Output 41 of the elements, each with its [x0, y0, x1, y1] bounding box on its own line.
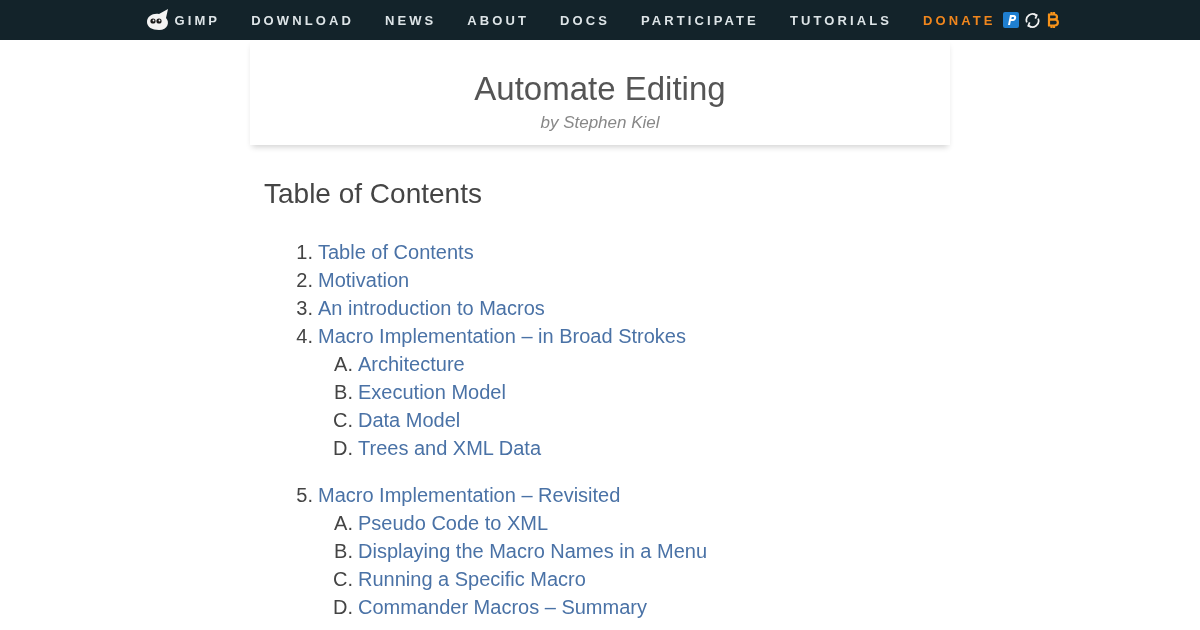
list-letter: B.	[333, 380, 354, 405]
toc-link[interactable]: Displaying the Macro Names in a Menu	[358, 537, 708, 565]
toc-link[interactable]: Pseudo Code to XML	[358, 509, 549, 537]
payment-icon[interactable]	[1002, 12, 1019, 28]
list-number: 1.	[295, 240, 314, 265]
article-title: Automate Editing	[474, 69, 726, 109]
section-heading: Table of Contents	[264, 177, 482, 211]
donate-link[interactable]: DONATE	[922, 12, 996, 28]
toc-link[interactable]: Data Model	[358, 406, 461, 434]
toc-link[interactable]: Macro Implementation – Revisited	[318, 481, 621, 509]
list-letter: C.	[332, 408, 354, 433]
toc-link[interactable]: Macro Implementation – in Broad Strokes	[318, 322, 686, 350]
toc-link[interactable]: Running a Specific Macro	[358, 565, 586, 593]
toc-link[interactable]: An introduction to Macros	[318, 294, 545, 322]
toc-link[interactable]: Commander Macros – Summary	[358, 593, 647, 621]
list-letter: A.	[333, 511, 354, 536]
home-link[interactable]: GIMP	[144, 9, 221, 31]
list-letter: C.	[332, 567, 354, 592]
sync-icon[interactable]	[1023, 11, 1041, 29]
author-byline: by Stephen Kiel	[540, 112, 660, 134]
list-letter: D.	[332, 436, 354, 461]
list-number: 3.	[295, 296, 314, 321]
nav-link[interactable]: DOCS	[560, 12, 610, 28]
nav-link[interactable]: NEWS	[384, 12, 437, 28]
logo-icon	[144, 9, 171, 31]
list-number: 2.	[295, 268, 314, 293]
toc-link[interactable]: Table of Contents	[318, 238, 474, 266]
toc-link[interactable]: Motivation	[318, 266, 410, 294]
list-letter: B.	[333, 539, 354, 564]
toc-link[interactable]: Trees and XML Data	[358, 434, 542, 462]
currency-icon[interactable]	[1045, 11, 1060, 29]
nav-link[interactable]: TUTORIALS	[789, 12, 892, 28]
list-number: 5.	[295, 483, 314, 508]
list-letter: A.	[333, 352, 354, 377]
nav-link[interactable]: DOWNLOAD	[251, 12, 354, 28]
list-number: 4.	[295, 324, 314, 349]
nav-link[interactable]: PARTICIPATE	[641, 12, 759, 28]
toc-link[interactable]: Architecture	[358, 350, 465, 378]
nav-link[interactable]: ABOUT	[467, 12, 530, 28]
list-letter: D.	[332, 595, 354, 620]
toc-link[interactable]: Execution Model	[358, 378, 506, 406]
